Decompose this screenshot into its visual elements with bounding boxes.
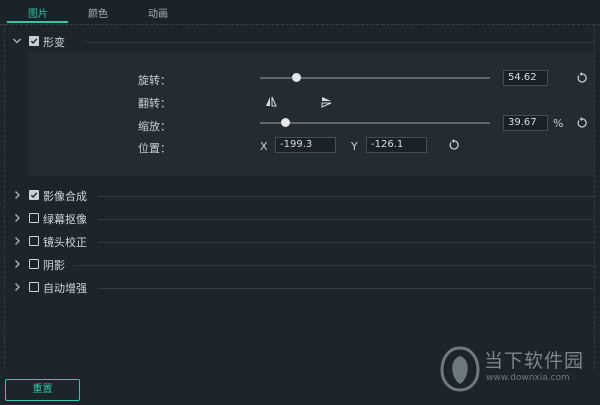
transform-checkbox[interactable]: [29, 36, 39, 46]
chevron-right-icon[interactable]: [12, 258, 22, 270]
section-lens-correction[interactable]: 镜头校正: [0, 234, 600, 250]
rotate-slider-thumb[interactable]: [291, 73, 301, 82]
watermark-name: 当下软件园: [484, 350, 585, 372]
tab-color[interactable]: 颜色: [67, 5, 129, 24]
section-shadow[interactable]: 阴影: [0, 257, 600, 273]
section-divider: [98, 288, 594, 289]
section-chroma-key[interactable]: 绿幕抠像: [0, 211, 600, 227]
chroma-key-checkbox[interactable]: [29, 213, 39, 223]
chevron-right-icon[interactable]: [12, 189, 22, 201]
check-icon: [30, 192, 38, 199]
section-label-transform: 形变: [43, 36, 65, 49]
rotate-label: 旋转：: [138, 74, 171, 87]
position-reset-icon[interactable]: [448, 139, 460, 151]
rotate-reset-icon[interactable]: [576, 72, 588, 84]
section-divider: [98, 196, 594, 197]
chevron-down-icon[interactable]: [12, 35, 22, 47]
chevron-right-icon[interactable]: [12, 235, 22, 247]
rotate-slider[interactable]: [260, 73, 490, 82]
section-label-lens-correction: 镜头校正: [43, 236, 87, 249]
position-label: 位置：: [138, 142, 171, 155]
check-icon: [30, 38, 38, 45]
compositing-checkbox[interactable]: [29, 190, 39, 200]
watermark-url: www.downxia.com: [486, 373, 570, 383]
section-compositing[interactable]: 影像合成: [0, 188, 600, 204]
auto-enhance-checkbox[interactable]: [29, 282, 39, 292]
panel-border-top: [0, 24, 600, 26]
position-y-label: Y: [351, 140, 358, 153]
shadow-checkbox[interactable]: [29, 259, 39, 269]
chevron-right-icon[interactable]: [12, 281, 22, 293]
watermark-logo: [440, 346, 480, 392]
section-label-shadow: 阴影: [43, 259, 65, 272]
watermark: 当下软件园 www.downxia.com: [436, 340, 600, 400]
scale-slider[interactable]: [260, 118, 490, 127]
flip-label: 翻转：: [138, 97, 171, 110]
scale-unit: %: [553, 117, 564, 130]
reset-button[interactable]: 重置: [5, 379, 80, 401]
section-divider: [74, 265, 594, 266]
scale-input[interactable]: 39.67: [503, 115, 548, 131]
section-label-chroma-key: 绿幕抠像: [43, 213, 87, 226]
scale-label: 缩放：: [138, 120, 171, 133]
chevron-right-icon[interactable]: [12, 212, 22, 224]
section-label-compositing: 影像合成: [43, 190, 87, 203]
tab-bar: 图片 颜色 动画: [0, 0, 600, 24]
rotate-input[interactable]: 54.62: [503, 70, 548, 86]
scale-reset-icon[interactable]: [576, 117, 588, 129]
lens-correction-checkbox[interactable]: [29, 236, 39, 246]
section-label-auto-enhance: 自动增强: [43, 282, 87, 295]
active-tab-indicator: [7, 21, 68, 23]
section-divider: [98, 219, 594, 220]
position-x-input[interactable]: -199.3: [275, 137, 336, 153]
position-x-label: X: [260, 140, 268, 153]
position-y-input[interactable]: -126.1: [366, 137, 427, 153]
section-divider: [86, 42, 594, 43]
tab-animation[interactable]: 动画: [127, 5, 189, 24]
flip-vertical-icon[interactable]: [320, 96, 332, 108]
section-transform[interactable]: 形变: [0, 34, 600, 50]
section-divider: [98, 242, 594, 243]
section-auto-enhance[interactable]: 自动增强: [0, 280, 600, 296]
flip-horizontal-icon[interactable]: [265, 96, 277, 108]
